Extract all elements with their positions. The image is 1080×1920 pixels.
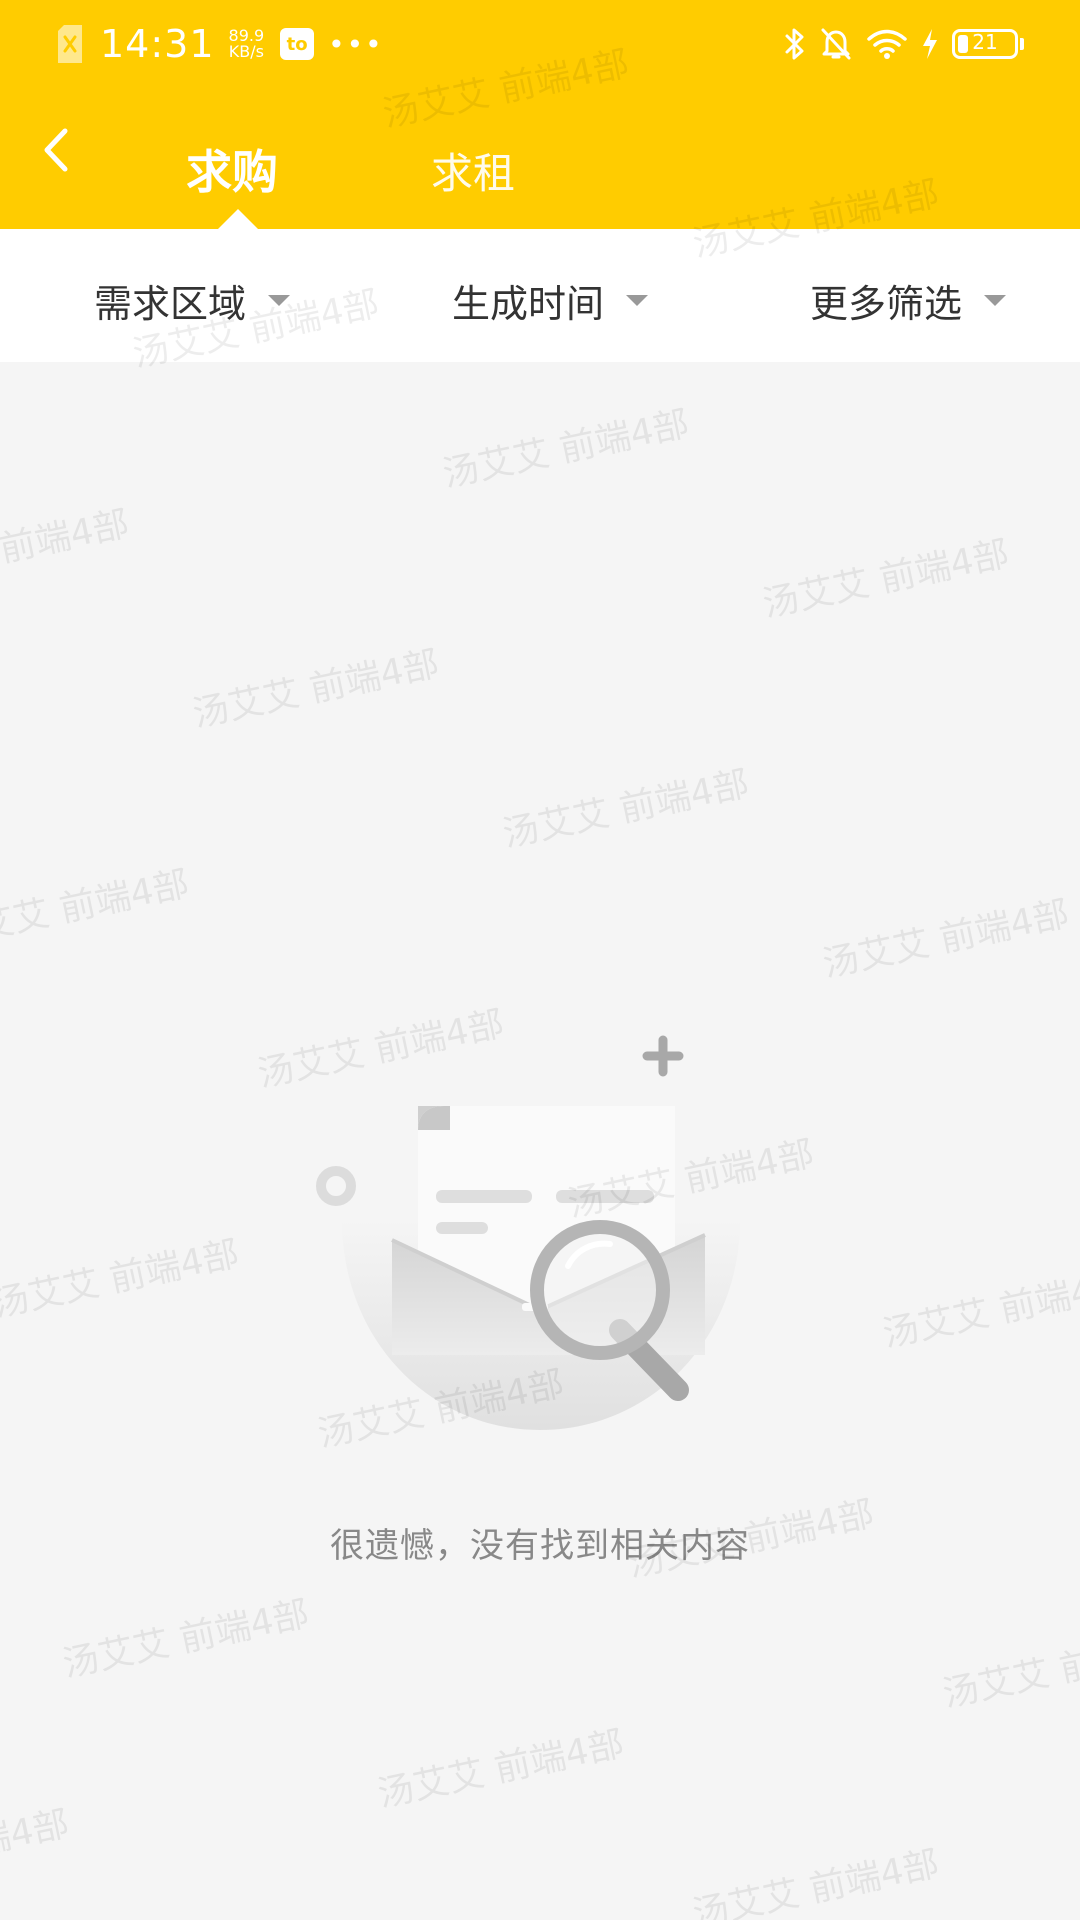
empty-state-illustration — [300, 1010, 780, 1460]
empty-state-message: 很遗憾，没有找到相关内容 — [330, 1526, 750, 1566]
watermark-text: 汤艾艾 前端4部 — [759, 533, 1013, 626]
chevron-left-icon — [41, 127, 71, 177]
navigation-bar: 求购 求租 — [0, 90, 1080, 229]
watermark-text: 汤艾艾 前端4部 — [689, 1843, 943, 1920]
watermark-text: 汤艾艾 前端4部 — [0, 503, 133, 595]
watermark-text: 汤艾艾 前端4部 — [499, 763, 753, 856]
watermark-text: 汤艾艾 前端4部 — [59, 1593, 313, 1686]
status-bar: 14:31 89.9 KB/s to ••• 21 — [0, 0, 1080, 90]
screen: 14:31 89.9 KB/s to ••• 21 求购 求租 需求区域 生成时… — [0, 0, 1080, 1920]
watermark-text: 汤艾艾 前端4部 — [939, 1623, 1080, 1716]
watermark-text: 汤艾艾 前端4部 — [0, 1803, 73, 1895]
watermark-text: 汤艾艾 前端4部 — [0, 1233, 243, 1326]
battery-level: 21 — [972, 30, 998, 54]
battery-body: 21 — [952, 29, 1018, 59]
network-speed-unit: KB/s — [228, 42, 264, 61]
status-bar-right: 21 — [784, 22, 1024, 66]
status-bar-left: 14:31 89.9 KB/s to ••• — [56, 18, 384, 70]
bell-off-icon — [820, 27, 852, 61]
battery-tip — [1020, 38, 1024, 50]
filter-bar: 需求区域 生成时间 更多筛选 — [0, 229, 1080, 362]
filter-label: 生成时间 — [452, 282, 605, 326]
network-speed: 89.9 KB/s — [229, 28, 265, 60]
filter-label: 更多筛选 — [810, 282, 963, 326]
watermark-text: 汤艾艾 前端4部 — [374, 1723, 628, 1816]
active-tab-indicator — [218, 209, 258, 229]
caret-down-icon — [268, 295, 291, 306]
lightning-icon — [922, 29, 938, 59]
filter-demand-area[interactable]: 需求区域 — [94, 273, 291, 328]
caret-down-icon — [626, 295, 649, 306]
app-notification-icon: to — [280, 28, 315, 60]
tab-buy-request[interactable]: 求购 — [186, 136, 278, 202]
watermark-text: 汤艾艾 前端4部 — [819, 893, 1073, 986]
wifi-icon — [866, 28, 908, 60]
watermark-text: 汤艾艾 前端4部 — [189, 643, 443, 736]
watermark-text: 汤艾艾 前端4部 — [439, 403, 693, 496]
sim-card-icon — [56, 25, 84, 63]
filter-more[interactable]: 更多筛选 — [810, 273, 1007, 328]
status-time: 14:31 — [100, 22, 215, 66]
filter-label: 需求区域 — [94, 282, 247, 326]
watermark-text: 汤艾艾 前端4部 — [0, 863, 193, 956]
back-button[interactable] — [28, 124, 84, 180]
watermark-text: 汤艾艾 前端4部 — [879, 1263, 1080, 1356]
bluetooth-icon — [784, 27, 806, 61]
battery-icon: 21 — [952, 29, 1024, 59]
filter-created-time[interactable]: 生成时间 — [452, 273, 649, 328]
more-notifications-icon: ••• — [328, 27, 384, 61]
header: 14:31 89.9 KB/s to ••• 21 求购 求租 — [0, 0, 1080, 229]
tab-rent-request[interactable]: 求租 — [431, 140, 515, 201]
caret-down-icon — [984, 295, 1007, 306]
